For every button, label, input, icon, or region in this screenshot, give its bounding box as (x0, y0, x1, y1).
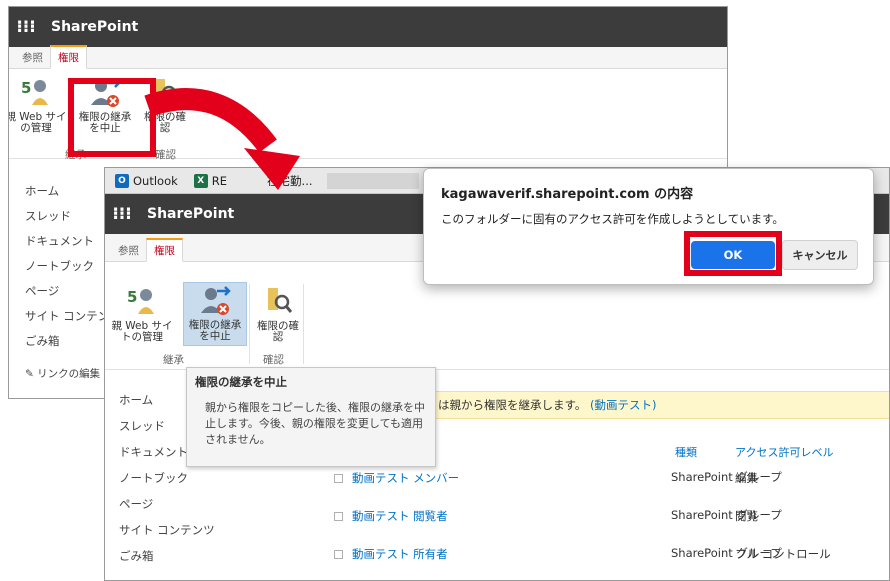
app-launcher-icon[interactable]: ⁝⁝⁝ (105, 204, 139, 224)
table-row[interactable]: 動画テスト 閲覧者 (334, 508, 448, 524)
tab-permissions[interactable]: 権限 (146, 238, 183, 262)
check-permissions-icon (268, 288, 293, 313)
stop-inheriting-button[interactable]: 権限の継承を中止 (183, 282, 247, 346)
row-level: 閲覧 (735, 509, 758, 523)
nav-item-notebook[interactable]: ノートブック (119, 470, 215, 496)
ribbon: 5 親 Web サイトの管理 権限の継承を中止 権限の確認 継承 確認 (105, 280, 889, 370)
stop-inherit-tooltip: 権限の継承を中止 親から権限をコピーした後、権限の継承を中止します。今後、親の権… (186, 367, 436, 467)
ribbon-divider (249, 284, 250, 364)
cancel-button[interactable]: キャンセル (782, 240, 858, 270)
outlook-icon: O (115, 173, 129, 188)
tab-browse[interactable]: 参照 (15, 47, 50, 68)
nav-item-recycle-bin[interactable]: ごみ箱 (119, 548, 215, 574)
row-level: 編集 (735, 471, 758, 485)
row-type: SharePoint グループ (671, 470, 782, 484)
red-arrow-icon (144, 88, 300, 190)
dialog-title: kagawaverif.sharepoint.com の内容 (441, 187, 694, 202)
column-header-level[interactable]: アクセス許可レベル (735, 444, 833, 460)
tab-permissions[interactable]: 権限 (50, 45, 87, 69)
parent-site-icon: 5 (21, 79, 48, 105)
parent-site-icon: 5 (127, 288, 154, 314)
ribbon-divider (303, 284, 304, 364)
suite-bar: ⁝⁝⁝ SharePoint (9, 7, 727, 47)
tooltip-body: 親から権限をコピーした後、権限の継承を中止します。今後、親の権限を変更しても適用… (205, 401, 425, 446)
svg-text:5: 5 (21, 79, 31, 97)
group-label-inherit: 継承 (163, 354, 184, 366)
brand-title[interactable]: SharePoint (51, 19, 138, 35)
table-row[interactable]: 動画テスト 所有者 (334, 546, 448, 562)
tooltip-title: 権限の継承を中止 (195, 375, 287, 389)
nav-item-pages[interactable]: ページ (119, 496, 215, 522)
parent-web-button[interactable]: 5 親 Web サイ の管理 (9, 75, 69, 134)
taskbar-blank-tab[interactable] (326, 172, 419, 189)
column-header-type[interactable]: 種類 (675, 444, 697, 460)
inheritance-banner: は親から権限を継承します。 (動画テスト) (434, 391, 889, 419)
group-label-check: 確認 (263, 354, 284, 366)
app-launcher-icon[interactable]: ⁝⁝⁝ (9, 17, 43, 37)
table-row[interactable]: 動画テスト メンバー (334, 470, 459, 486)
parent-web-button[interactable]: 5 親 Web サイトの管理 (107, 284, 177, 343)
banner-parent-link[interactable]: (動画テスト) (590, 398, 656, 412)
row-checkbox[interactable] (334, 512, 343, 521)
dialog-message: このフォルダーに固有のアクセス許可を作成しようとしています。 (441, 212, 784, 226)
stop-inherit-icon (201, 286, 231, 315)
confirm-dialog: kagawaverif.sharepoint.com の内容 このフォルダーに固… (423, 168, 874, 285)
row-type: SharePoint グループ (671, 508, 782, 522)
check-permissions-button[interactable]: 権限の確認 (253, 284, 303, 343)
ribbon-tabs: 参照 権限 (9, 45, 727, 69)
brand-title[interactable]: SharePoint (147, 206, 234, 222)
row-checkbox[interactable] (334, 550, 343, 559)
nav-item-site-contents[interactable]: サイト コンテンツ (119, 522, 215, 548)
row-checkbox[interactable] (334, 474, 343, 483)
tab-browse[interactable]: 参照 (111, 240, 146, 261)
row-level: フル コントロール (735, 547, 831, 561)
highlight-box-ok (684, 231, 782, 276)
pencil-icon: ✎ (25, 368, 38, 380)
svg-text:5: 5 (127, 288, 137, 306)
